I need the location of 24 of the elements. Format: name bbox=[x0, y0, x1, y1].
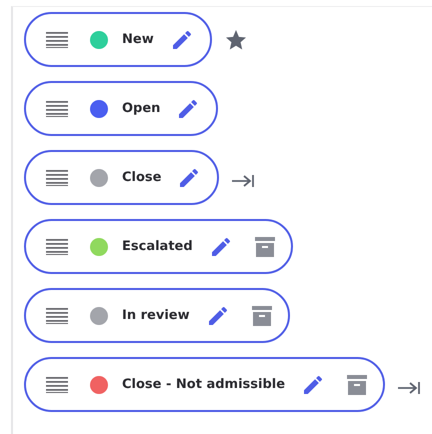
archive-icon[interactable] bbox=[347, 374, 368, 394]
status-label: Close - Not admissible bbox=[122, 377, 286, 392]
status-chip[interactable]: Close bbox=[24, 150, 220, 205]
arrow-to-bar-icon[interactable] bbox=[397, 380, 422, 396]
drag-handle-icon[interactable] bbox=[46, 376, 68, 392]
status-chip[interactable]: New bbox=[24, 12, 212, 67]
drag-handle-icon[interactable] bbox=[46, 100, 68, 116]
drag-handle-icon[interactable] bbox=[46, 308, 68, 324]
archive-icon[interactable] bbox=[254, 236, 275, 256]
status-label: Close bbox=[122, 170, 162, 185]
arrow-to-bar-icon[interactable] bbox=[231, 172, 256, 188]
star-icon[interactable] bbox=[224, 28, 248, 52]
status-label: Escalated bbox=[122, 239, 193, 254]
status-chip[interactable]: Close - Not admissible bbox=[24, 357, 386, 412]
drag-handle-icon[interactable] bbox=[46, 170, 68, 186]
status-chip[interactable]: In review bbox=[24, 288, 290, 343]
status-label: In review bbox=[122, 308, 190, 323]
drag-handle-icon[interactable] bbox=[46, 32, 68, 48]
drag-handle-icon[interactable] bbox=[46, 238, 68, 254]
status-label: New bbox=[122, 32, 154, 47]
status-chip[interactable]: Escalated bbox=[24, 219, 293, 274]
status-label: Open bbox=[122, 101, 160, 116]
archive-icon[interactable] bbox=[252, 306, 272, 326]
status-chip[interactable]: Open bbox=[24, 81, 218, 136]
